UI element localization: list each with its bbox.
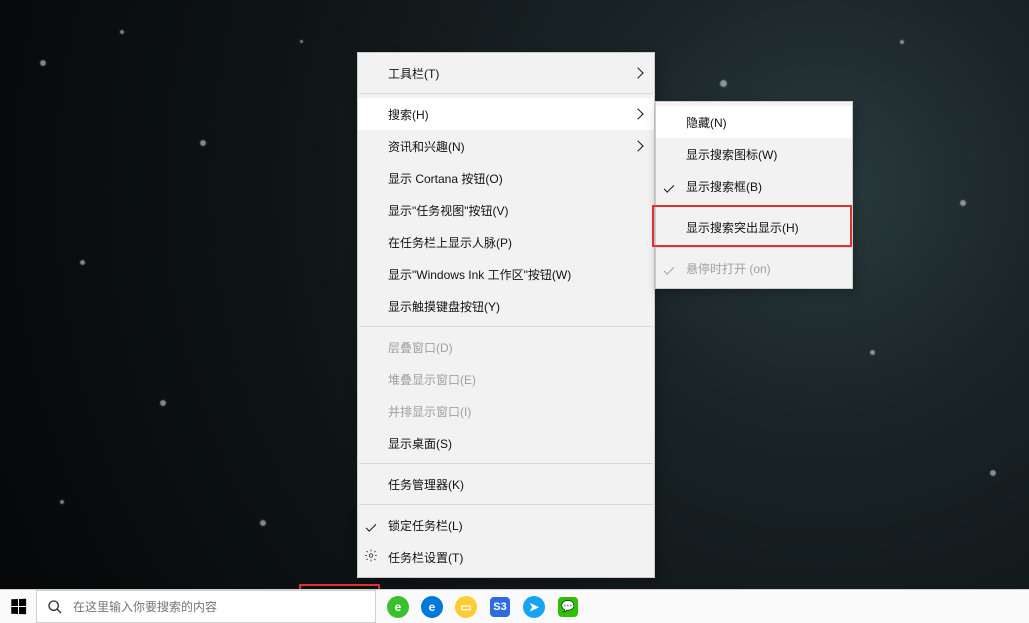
search-submenu-separator — [657, 247, 851, 248]
search-submenu-separator — [657, 206, 851, 207]
taskbar-icon-wechat[interactable]: 💬 — [552, 590, 584, 623]
taskbar-icon-file-explorer[interactable]: ▭ — [450, 590, 482, 623]
taskbar-menu-item-label: 工具栏(T) — [388, 65, 439, 82]
search-submenu-item-label: 显示搜索图标(W) — [686, 146, 777, 163]
taskbar-menu-item-label: 并排显示窗口(I) — [388, 403, 471, 420]
chevron-right-icon — [634, 139, 642, 153]
search-icon — [47, 599, 63, 615]
taskbar-icon-app-s3[interactable]: S3 — [484, 590, 516, 623]
taskbar-menu-item-label: 任务管理器(K) — [388, 476, 464, 493]
taskbar-menu-item-label: 任务栏设置(T) — [388, 549, 463, 566]
app-s3-icon: S3 — [490, 597, 510, 617]
taskbar-menu-separator — [359, 93, 653, 94]
search-submenu-item-showbox[interactable]: 显示搜索框(B) — [656, 170, 852, 202]
search-submenu-item-label: 显示搜索框(B) — [686, 178, 762, 195]
taskbar-menu-item-label: 堆叠显示窗口(E) — [388, 371, 476, 388]
file-explorer-icon: ▭ — [455, 596, 477, 618]
taskbar-menu-item-label: 显示触摸键盘按钮(Y) — [388, 298, 500, 315]
search-submenu-item-hidden[interactable]: 隐藏(N) — [656, 106, 852, 138]
taskbar-menu-item-cascade: 层叠窗口(D) — [358, 331, 654, 363]
taskbar-search-box[interactable] — [36, 590, 376, 623]
taskbar-menu-item-news[interactable]: 资讯和兴趣(N) — [358, 130, 654, 162]
taskbar-menu-item-label: 在任务栏上显示人脉(P) — [388, 234, 512, 251]
search-input[interactable] — [73, 600, 365, 614]
start-button[interactable] — [0, 590, 36, 623]
search-submenu-item-showicon[interactable]: 显示搜索图标(W) — [656, 138, 852, 170]
taskbar-menu-item-taskmgr[interactable]: 任务管理器(K) — [358, 468, 654, 500]
search-submenu-item-label: 显示搜索突出显示(H) — [686, 219, 799, 236]
chevron-right-icon — [634, 107, 642, 121]
taskbar-menu-item-toolbars[interactable]: 工具栏(T) — [358, 57, 654, 89]
taskbar-menu-item-ink[interactable]: 显示"Windows Ink 工作区"按钮(W) — [358, 258, 654, 290]
taskbar-menu-separator — [359, 326, 653, 327]
taskbar-menu-item-people[interactable]: 在任务栏上显示人脉(P) — [358, 226, 654, 258]
windows-logo-icon — [11, 599, 26, 614]
taskbar-menu-item-label: 显示桌面(S) — [388, 435, 452, 452]
taskbar-context-menu: 工具栏(T) 搜索(H) 资讯和兴趣(N) 显示 Cortana 按钮(O) 显示"任务… — [357, 52, 655, 578]
taskbar-menu-item-stacked: 堆叠显示窗口(E) — [358, 363, 654, 395]
browser-360-icon: e — [387, 596, 409, 618]
taskbar-menu-item-showdesktop[interactable]: 显示桌面(S) — [358, 427, 654, 459]
taskbar-menu-item-settings[interactable]: 任务栏设置(T) — [358, 541, 654, 573]
taskbar-icon-edge-legacy[interactable]: e — [416, 590, 448, 623]
search-submenu-item-highlight[interactable]: 显示搜索突出显示(H) — [656, 211, 852, 243]
wechat-icon: 💬 — [558, 597, 578, 617]
taskbar-icon-app-blue-bubble[interactable]: ➤ — [518, 590, 550, 623]
checkmark-icon — [664, 179, 674, 193]
taskbar-menu-item-cortana[interactable]: 显示 Cortana 按钮(O) — [358, 162, 654, 194]
taskbar-menu-item-label: 层叠窗口(D) — [388, 339, 453, 356]
search-submenu-item-hoveropen: 悬停时打开 (on) — [656, 252, 852, 284]
taskbar-menu-item-search[interactable]: 搜索(H) — [358, 98, 654, 130]
taskbar-app-icons: ee ▭ S3 ➤ 💬 — [376, 590, 584, 623]
taskbar-menu-item-sidebyside: 并排显示窗口(I) — [358, 395, 654, 427]
taskbar-menu-item-touchkb[interactable]: 显示触摸键盘按钮(Y) — [358, 290, 654, 322]
taskbar-menu-item-label: 资讯和兴趣(N) — [388, 138, 465, 155]
taskbar-menu-separator — [359, 463, 653, 464]
app-blue-bubble-icon: ➤ — [523, 596, 545, 618]
taskbar-menu-item-label: 显示"任务视图"按钮(V) — [388, 202, 509, 219]
chevron-right-icon — [634, 66, 642, 80]
checkmark-icon — [366, 518, 376, 532]
search-submenu-item-label: 悬停时打开 (on) — [686, 260, 771, 277]
search-submenu: 隐藏(N) 显示搜索图标(W) 显示搜索框(B) 显示搜索突出显示(H) 悬停时打开 (… — [655, 101, 853, 289]
edge-legacy-icon: e — [421, 596, 443, 618]
gear-icon — [364, 549, 378, 566]
taskbar-menu-separator — [359, 504, 653, 505]
taskbar: ee ▭ S3 ➤ 💬 — [0, 589, 1029, 623]
taskbar-menu-item-label: 锁定任务栏(L) — [388, 517, 463, 534]
taskbar-menu-item-label: 显示 Cortana 按钮(O) — [388, 170, 503, 187]
taskbar-menu-item-label: 显示"Windows Ink 工作区"按钮(W) — [388, 266, 571, 283]
taskbar-menu-item-lock[interactable]: 锁定任务栏(L) — [358, 509, 654, 541]
taskbar-menu-item-label: 搜索(H) — [388, 106, 429, 123]
search-submenu-item-label: 隐藏(N) — [686, 114, 727, 131]
taskbar-menu-item-taskview[interactable]: 显示"任务视图"按钮(V) — [358, 194, 654, 226]
checkmark-icon — [664, 261, 674, 275]
taskbar-icon-browser-360[interactable]: e — [382, 590, 414, 623]
